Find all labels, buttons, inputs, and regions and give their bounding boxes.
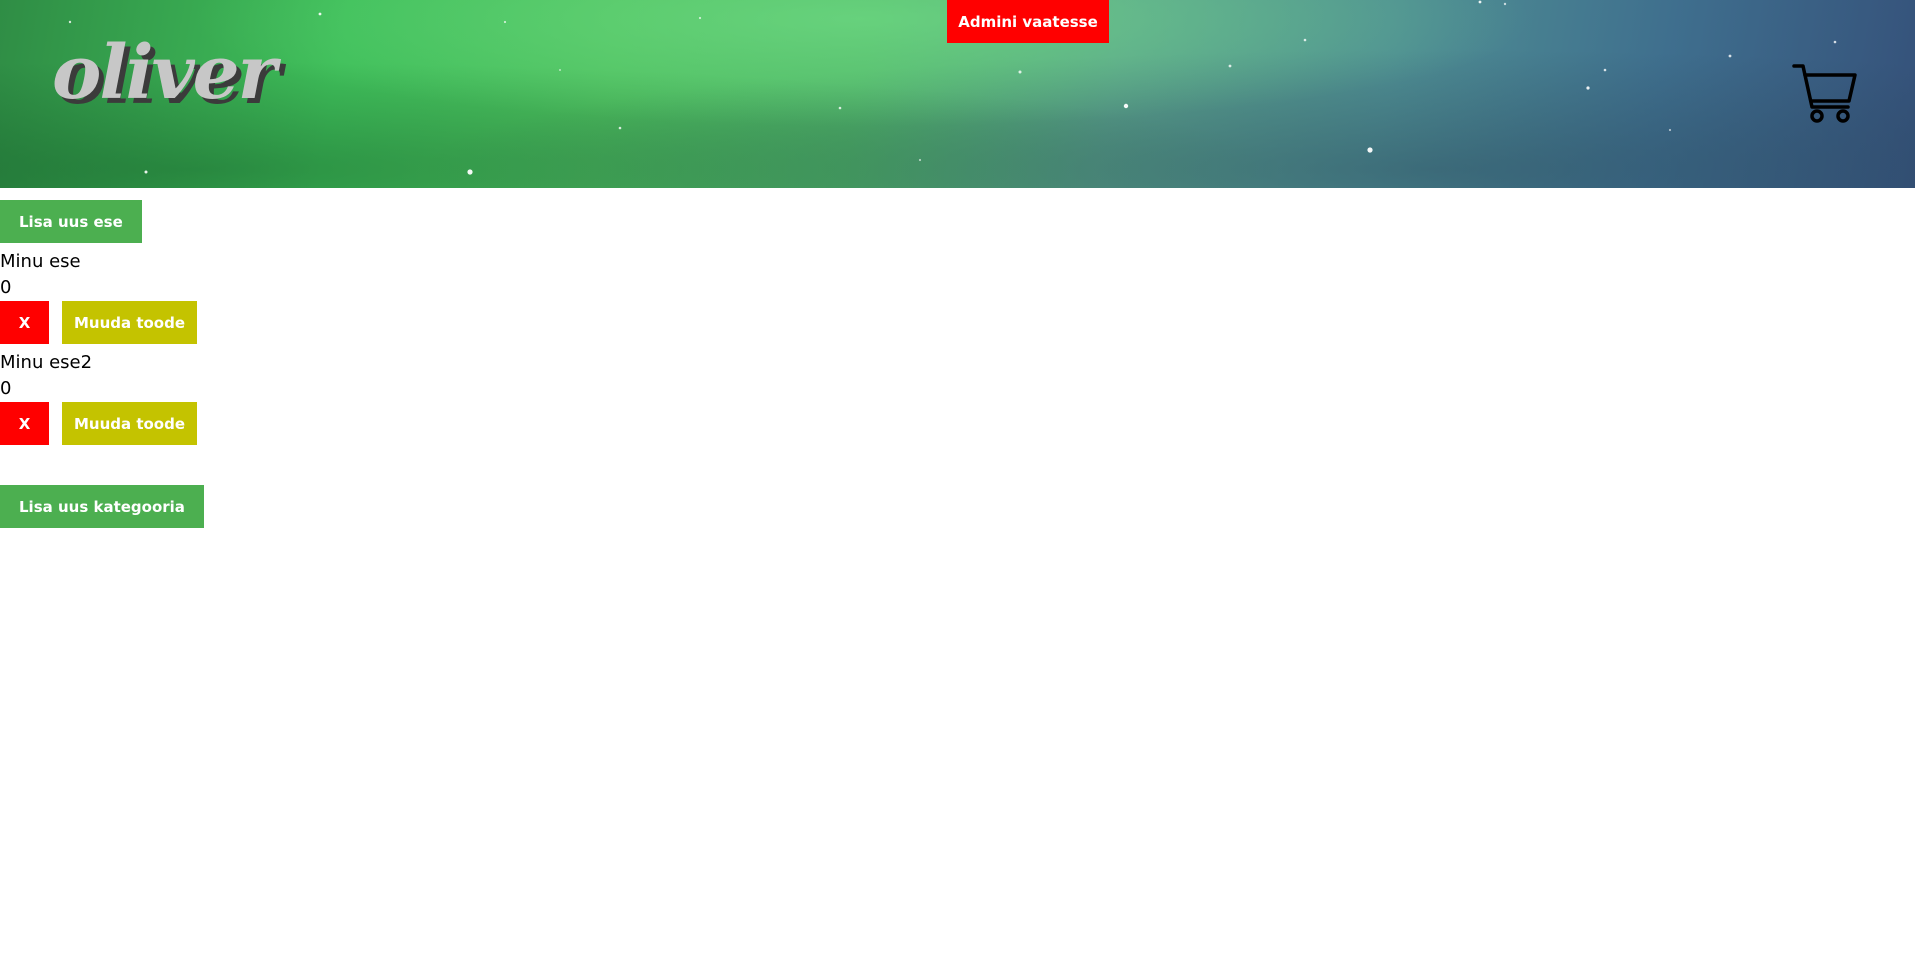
item-actions: X Muuda toode (0, 301, 400, 344)
site-logo[interactable]: oliver (52, 36, 277, 110)
delete-item-button[interactable]: X (0, 402, 49, 445)
item-actions: X Muuda toode (0, 402, 400, 445)
list-item: Minu ese2 0 X Muuda toode (0, 350, 400, 445)
list-item: Minu ese 0 X Muuda toode (0, 249, 400, 344)
add-item-button[interactable]: Lisa uus ese (0, 200, 142, 243)
item-name: Minu ese (0, 251, 81, 272)
site-header: oliver Admini vaatesse (0, 0, 1915, 188)
delete-item-button[interactable]: X (0, 301, 49, 344)
add-category-button[interactable]: Lisa uus kategooria (0, 485, 204, 528)
edit-item-button[interactable]: Muuda toode (62, 301, 197, 344)
edit-item-button[interactable]: Muuda toode (62, 402, 197, 445)
admin-content: Lisa uus ese Minu ese 0 X Muuda toode Mi… (0, 200, 400, 528)
admin-view-button[interactable]: Admini vaatesse (947, 0, 1109, 43)
cart-button[interactable] (1792, 63, 1858, 125)
item-price: 0 (0, 277, 12, 298)
item-price: 0 (0, 378, 12, 399)
cart-icon (1792, 64, 1857, 123)
item-name: Minu ese2 (0, 352, 93, 373)
